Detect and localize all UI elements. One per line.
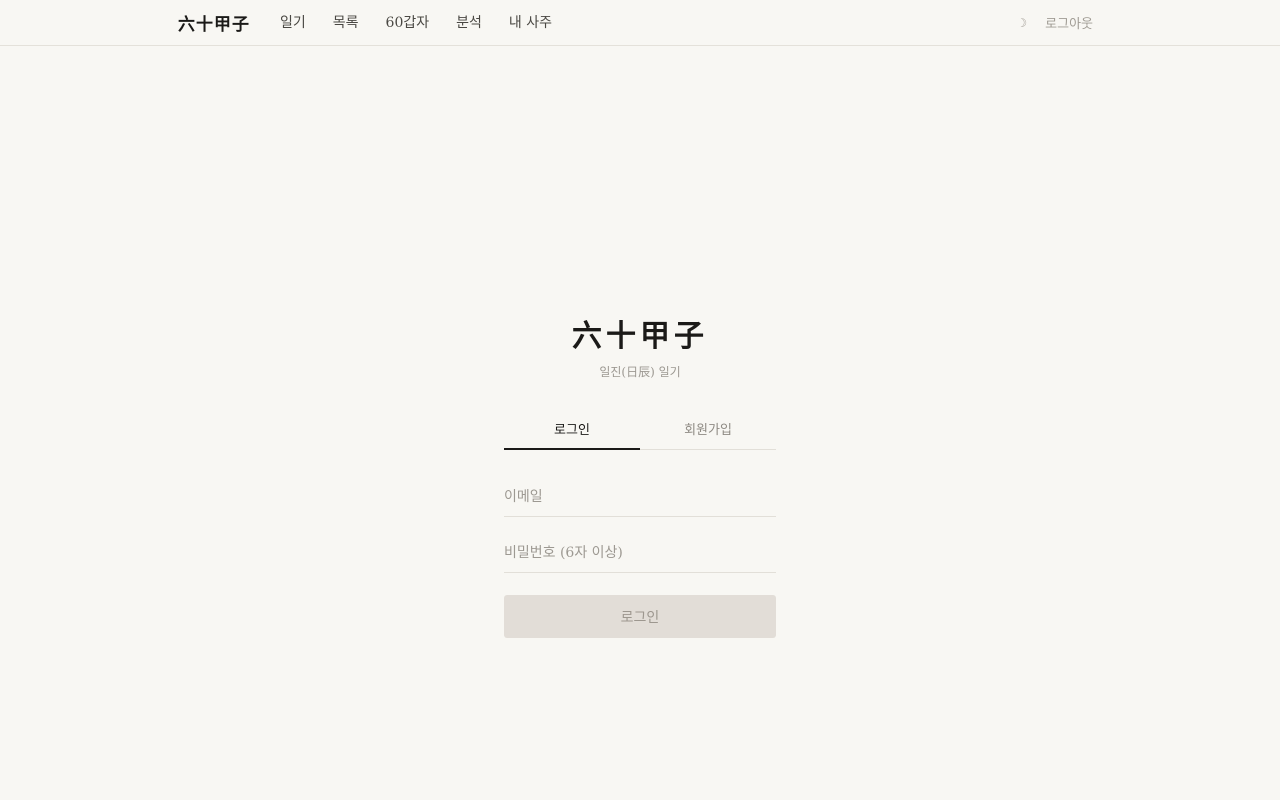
- moon-icon[interactable]: ☽: [1016, 16, 1027, 30]
- login-card: 六十甲子 일진(日辰) 일기 로그인 회원가입 로그인: [504, 318, 776, 638]
- tab-signup[interactable]: 회원가입: [640, 419, 776, 449]
- nav-analysis[interactable]: 분석: [456, 12, 482, 32]
- page-subtitle: 일진(日辰) 일기: [599, 365, 681, 379]
- nav-list[interactable]: 목록: [333, 12, 359, 32]
- login-button[interactable]: 로그인: [504, 595, 776, 638]
- brand-logo[interactable]: 六十甲子: [178, 10, 250, 35]
- nav-my-saju[interactable]: 내 사주: [509, 12, 552, 32]
- nav-diary[interactable]: 일기: [280, 12, 306, 32]
- page-logo: 六十甲子: [572, 319, 708, 354]
- logout-link[interactable]: 로그아웃: [1045, 13, 1093, 32]
- nav-sixty-gapja[interactable]: 60갑자: [386, 12, 430, 32]
- top-navigation: 六十甲子 일기 목록 60갑자 분석 내 사주 ☽ 로그아웃: [0, 0, 1280, 46]
- tab-login[interactable]: 로그인: [504, 419, 640, 450]
- header-tools: ☽ 로그아웃: [1016, 13, 1093, 33]
- password-field[interactable]: [504, 545, 776, 573]
- auth-tabs: 로그인 회원가입: [504, 419, 776, 450]
- main-nav: 일기 목록 60갑자 분석 내 사주: [280, 12, 552, 32]
- email-field[interactable]: [504, 489, 776, 517]
